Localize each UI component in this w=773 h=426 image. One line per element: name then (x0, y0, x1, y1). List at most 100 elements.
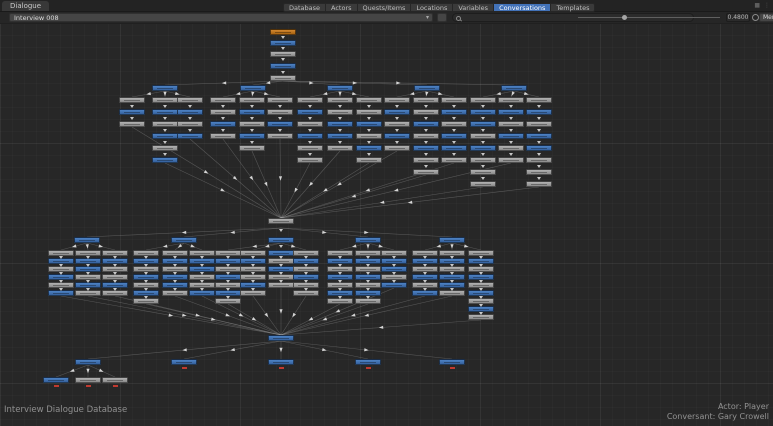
dialogue-node-npc-node-gray[interactable] (270, 75, 296, 81)
dialogue-node-npc-node-gray[interactable] (498, 157, 524, 163)
dialogue-node-player-node-blue[interactable] (470, 109, 496, 115)
dialogue-node-player-node-blue[interactable] (384, 133, 410, 139)
dialogue-node-npc-node-gray[interactable] (413, 169, 439, 175)
dialogue-node-npc-node-gray[interactable] (413, 97, 439, 103)
dialogue-node-npc-node-gray[interactable] (239, 97, 265, 103)
dialogue-node-npc-node-gray[interactable] (526, 181, 552, 187)
dialogue-node-player-node-blue[interactable] (297, 109, 323, 115)
tab-database[interactable]: Database (283, 3, 327, 12)
dialogue-node-npc-node-gray[interactable] (267, 97, 293, 103)
dialogue-node-player-node-blue[interactable] (267, 121, 293, 127)
dialogue-node-npc-node-gray[interactable] (327, 109, 353, 115)
dialogue-node-player-node-blue[interactable] (355, 237, 381, 243)
dialogue-node-player-node-blue[interactable] (413, 145, 439, 151)
dialogue-node-npc-node-gray[interactable] (441, 157, 467, 163)
dialogue-node-npc-node-gray[interactable] (384, 145, 410, 151)
dialogue-node-npc-node-gray[interactable] (102, 377, 128, 383)
dialogue-node-player-node-blue[interactable] (327, 85, 353, 91)
dialogue-node-npc-node-gray[interactable] (210, 97, 236, 103)
dialogue-node-npc-node-gray[interactable] (470, 133, 496, 139)
dialogue-node-player-node-blue[interactable] (439, 237, 465, 243)
dialogue-node-npc-node-gray[interactable] (297, 97, 323, 103)
dialogue-node-player-node-blue[interactable] (356, 145, 382, 151)
dialogue-node-start-node-orange[interactable] (270, 29, 296, 35)
dialogue-node-npc-node-gray[interactable] (498, 145, 524, 151)
dialogue-node-player-node-blue[interactable] (171, 237, 197, 243)
dialogue-node-npc-node-gray[interactable] (526, 157, 552, 163)
dialogue-node-npc-node-gray[interactable] (384, 97, 410, 103)
dialogue-node-npc-node-gray[interactable] (441, 97, 467, 103)
dialogue-node-npc-node-gray[interactable] (470, 157, 496, 163)
dialogue-node-player-node-blue[interactable] (268, 237, 294, 243)
dialogue-node-player-node-blue[interactable] (268, 359, 294, 365)
dialogue-node-npc-node-gray[interactable] (356, 97, 382, 103)
dialogue-node-npc-node-gray[interactable] (152, 97, 178, 103)
reset-zoom-icon[interactable] (752, 14, 759, 21)
conversation-dropdown[interactable]: Interview 008 ▾ (9, 13, 433, 22)
dialogue-node-npc-node-gray[interactable] (498, 97, 524, 103)
dialogue-node-npc-node-gray[interactable] (526, 169, 552, 175)
dialogue-node-npc-node-gray[interactable] (384, 121, 410, 127)
dialogue-node-player-node-blue[interactable] (297, 133, 323, 139)
dialogue-node-player-node-blue[interactable] (177, 109, 203, 115)
dialogue-node-player-node-blue[interactable] (526, 133, 552, 139)
dialogue-node-player-node-blue[interactable] (498, 109, 524, 115)
dialogue-node-npc-node-gray[interactable] (152, 121, 178, 127)
dialogue-node-npc-node-gray[interactable] (119, 97, 145, 103)
dialogue-node-player-node-blue[interactable] (439, 359, 465, 365)
dialogue-node-player-node-blue[interactable] (74, 237, 100, 243)
zoom-slider-thumb[interactable] (622, 15, 627, 20)
dialogue-node-npc-node-gray[interactable] (498, 121, 524, 127)
dialogue-node-player-node-blue[interactable] (414, 85, 440, 91)
dialogue-node-player-node-blue[interactable] (441, 145, 467, 151)
dialogue-node-npc-node-gray[interactable] (470, 181, 496, 187)
dialogue-node-player-node-blue[interactable] (239, 133, 265, 139)
dialogue-node-npc-node-gray[interactable] (210, 133, 236, 139)
dialogue-node-player-node-blue[interactable] (152, 85, 178, 91)
dialogue-node-player-node-blue[interactable] (239, 109, 265, 115)
dialogue-node-player-node-blue[interactable] (526, 109, 552, 115)
dialogue-node-npc-node-gray[interactable] (270, 51, 296, 57)
dialogue-node-player-node-blue[interactable] (501, 85, 527, 91)
menu-button[interactable]: Menu ▾ (759, 13, 773, 22)
dialogue-node-npc-node-gray[interactable] (356, 157, 382, 163)
dialogue-node-player-node-blue[interactable] (152, 157, 178, 163)
dialogue-node-player-node-blue[interactable] (270, 40, 296, 46)
dialogue-node-npc-node-gray[interactable] (470, 169, 496, 175)
dialogue-node-npc-node-gray[interactable] (267, 133, 293, 139)
dialogue-node-npc-node-gray[interactable] (413, 157, 439, 163)
dialogue-node-player-node-blue[interactable] (43, 377, 69, 383)
lock-icon[interactable]: ■ (754, 2, 760, 10)
dialogue-node-player-node-blue[interactable] (384, 109, 410, 115)
dialogue-node-player-node-blue[interactable] (470, 121, 496, 127)
dialogue-node-npc-node-gray[interactable] (177, 97, 203, 103)
dialogue-node-player-node-blue[interactable] (171, 359, 197, 365)
dialogue-node-player-node-blue[interactable] (210, 121, 236, 127)
dialogue-node-npc-node-gray[interactable] (526, 121, 552, 127)
dialogue-node-npc-node-gray[interactable] (297, 145, 323, 151)
dialogue-node-player-node-blue[interactable] (268, 335, 294, 341)
dialogue-node-npc-node-gray[interactable] (470, 97, 496, 103)
zoom-slider[interactable] (578, 15, 720, 20)
dialogue-node-npc-node-gray[interactable] (75, 377, 101, 383)
dialogue-node-npc-node-gray[interactable] (327, 145, 353, 151)
dialogue-node-npc-node-gray[interactable] (239, 121, 265, 127)
dialogue-node-npc-node-gray[interactable] (356, 109, 382, 115)
dialogue-node-npc-node-gray[interactable] (413, 109, 439, 115)
dialogue-node-npc-node-gray[interactable] (210, 109, 236, 115)
dialogue-node-npc-node-gray[interactable] (268, 218, 294, 224)
window-menu-icon[interactable]: ⋮ (764, 2, 770, 10)
dialogue-node-player-node-blue[interactable] (470, 145, 496, 151)
dialogue-node-npc-node-gray[interactable] (152, 145, 178, 151)
dialogue-node-npc-node-gray[interactable] (177, 121, 203, 127)
dialogue-node-player-node-blue[interactable] (327, 133, 353, 139)
window-tab-dialogue[interactable]: Dialogue (2, 1, 50, 11)
dialogue-node-player-node-blue[interactable] (526, 145, 552, 151)
dialogue-node-npc-node-gray[interactable] (327, 97, 353, 103)
conversation-options-button[interactable] (437, 13, 447, 22)
dialogue-node-player-node-blue[interactable] (240, 85, 266, 91)
dialogue-node-npc-node-gray[interactable] (526, 97, 552, 103)
dialogue-node-player-node-blue[interactable] (441, 133, 467, 139)
dialogue-node-player-node-blue[interactable] (270, 63, 296, 69)
zoom-value[interactable]: 0.4800 (726, 13, 750, 22)
